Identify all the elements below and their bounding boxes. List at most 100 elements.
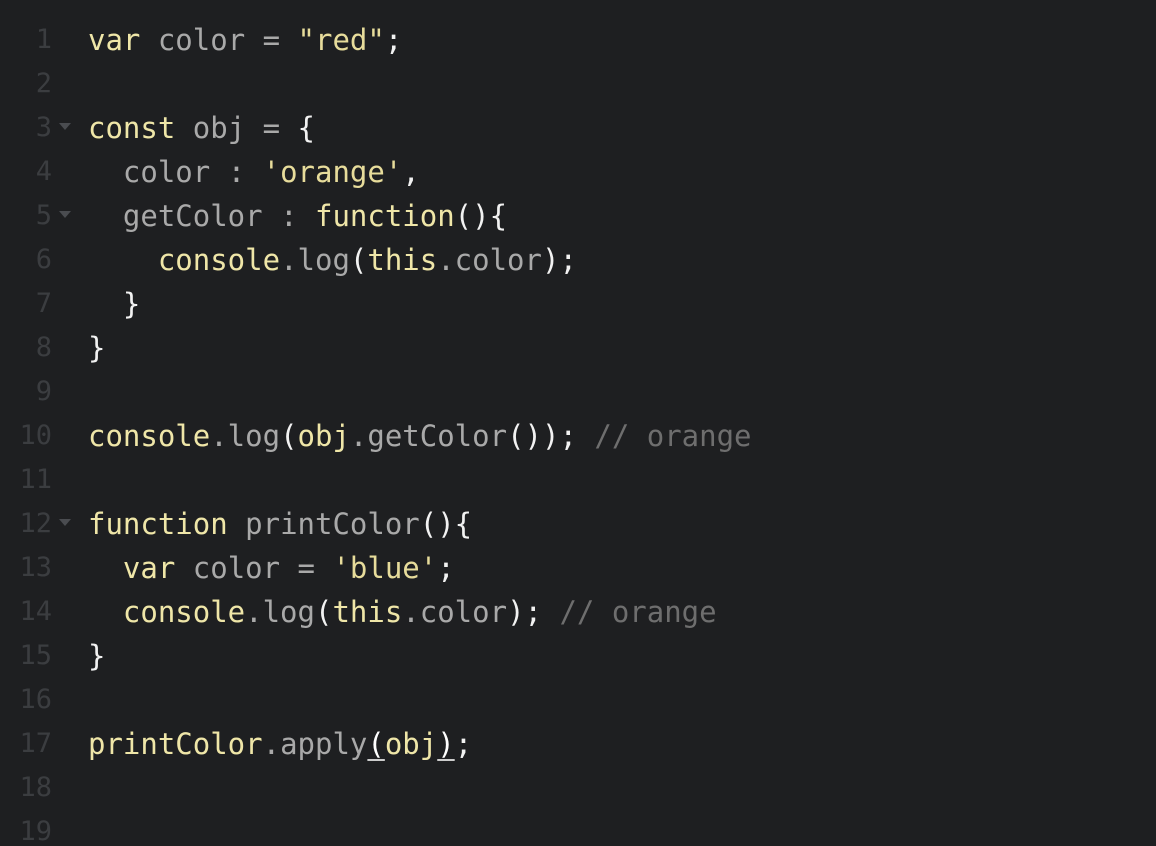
code-token: var [88,23,141,57]
code-token: // orange [576,419,752,453]
line-number: 9 [35,376,52,407]
code-text: var color = "red"; [88,18,402,62]
code-line[interactable]: 10 console.log(obj.getColor()); // orange [0,414,1156,458]
code-token: var [88,551,176,585]
code-line[interactable]: 1 var color = "red"; [0,18,1156,62]
code-line[interactable]: 14 console.log(this.color); // orange [0,590,1156,634]
code-token: .log [210,419,281,453]
code-token: color [88,155,228,189]
line-number: 13 [19,552,52,583]
code-text: printColor.apply(obj); [88,722,472,766]
code-line[interactable]: 19 [0,810,1156,846]
code-token: ( [280,419,298,453]
code-token: : [227,155,263,189]
code-token: = [297,551,315,585]
code-token: ; [384,23,403,57]
code-token: ; [437,551,455,585]
code-token: ; [454,727,473,761]
code-token: = [262,111,281,145]
code-token: console [88,419,211,453]
code-token: .getColor [349,419,508,453]
code-token: console [88,243,281,277]
code-token: { [280,111,316,145]
code-line[interactable]: 2 [0,62,1156,106]
code-line[interactable]: 13 var color = 'blue'; [0,546,1156,590]
code-token: obj [384,727,438,761]
line-number: 8 [35,332,52,363]
line-number: 1 [35,24,52,55]
code-line[interactable]: 15} [0,634,1156,678]
code-token: , [402,155,420,189]
code-token: ) [437,727,455,761]
line-number: 14 [19,596,52,627]
code-token: printColor [227,507,420,541]
code-text: console.log(obj.getColor()); // orange [88,414,752,458]
code-line[interactable]: 7 } [0,282,1156,326]
code-token: 'orange' [262,155,403,189]
code-line[interactable]: 17 printColor.apply(obj); [0,722,1156,766]
fold-chevron-down-icon[interactable] [59,519,71,526]
code-text: var color = 'blue'; [88,546,455,590]
code-token: printColor [88,727,263,761]
code-text: } [88,282,140,326]
code-token: : [280,199,315,233]
code-token: } [88,639,106,673]
code-token: ()); [507,419,577,453]
code-token: 'blue' [332,551,438,585]
code-token: this [367,243,438,277]
line-number: 17 [19,728,52,759]
line-number: 10 [19,420,52,451]
code-line[interactable]: 9 [0,370,1156,414]
code-token: console [88,595,246,629]
code-line[interactable]: 3 const obj = { [0,106,1156,150]
code-text: color : 'orange', [88,150,420,194]
code-line[interactable]: 12 function printColor(){ [0,502,1156,546]
code-text: } [88,634,105,678]
code-token: function [314,199,455,233]
code-token: color [175,551,298,585]
code-token: .color [402,595,508,629]
fold-chevron-down-icon[interactable] [59,123,71,130]
code-text: } [88,326,105,370]
line-number: 3 [35,112,52,143]
line-number: 16 [19,684,52,715]
code-text: function printColor(){ [88,502,472,546]
line-number: 7 [35,288,52,319]
code-line[interactable]: 16 [0,678,1156,722]
code-token: function [88,507,228,541]
code-token: .apply [262,727,368,761]
line-number: 19 [19,816,52,846]
code-token: ( [349,243,368,277]
code-token: ( [314,595,333,629]
line-number: 2 [35,68,52,99]
line-number: 6 [35,244,52,275]
code-token: obj [297,419,350,453]
code-line[interactable]: 5 getColor : function(){ [0,194,1156,238]
code-line[interactable]: 8} [0,326,1156,370]
line-number: 15 [19,640,52,671]
code-editor[interactable]: 1 var color = "red"; 2 3 const obj = {4 colo… [0,0,1156,846]
code-token: ( [367,727,385,761]
code-token: = [262,23,281,57]
code-token: ); [507,595,542,629]
code-token: } [88,287,141,321]
code-token: .log [280,243,350,277]
code-line[interactable]: 6 console.log(this.color); [0,238,1156,282]
code-line[interactable]: 11 [0,458,1156,502]
code-token: const [88,111,176,145]
code-line[interactable]: 18 [0,766,1156,810]
code-token: obj [175,111,263,145]
code-text: getColor : function(){ [88,194,507,238]
code-token: ); [541,243,577,277]
line-number: 5 [35,200,52,231]
code-token: .log [245,595,315,629]
code-token: getColor [88,199,281,233]
code-text: console.log(this.color); [88,238,577,282]
code-token: (){ [454,199,508,233]
line-number: 4 [35,156,52,187]
fold-chevron-down-icon[interactable] [59,211,71,218]
code-token: .color [437,243,542,277]
code-token: color [140,23,263,57]
code-line[interactable]: 4 color : 'orange', [0,150,1156,194]
